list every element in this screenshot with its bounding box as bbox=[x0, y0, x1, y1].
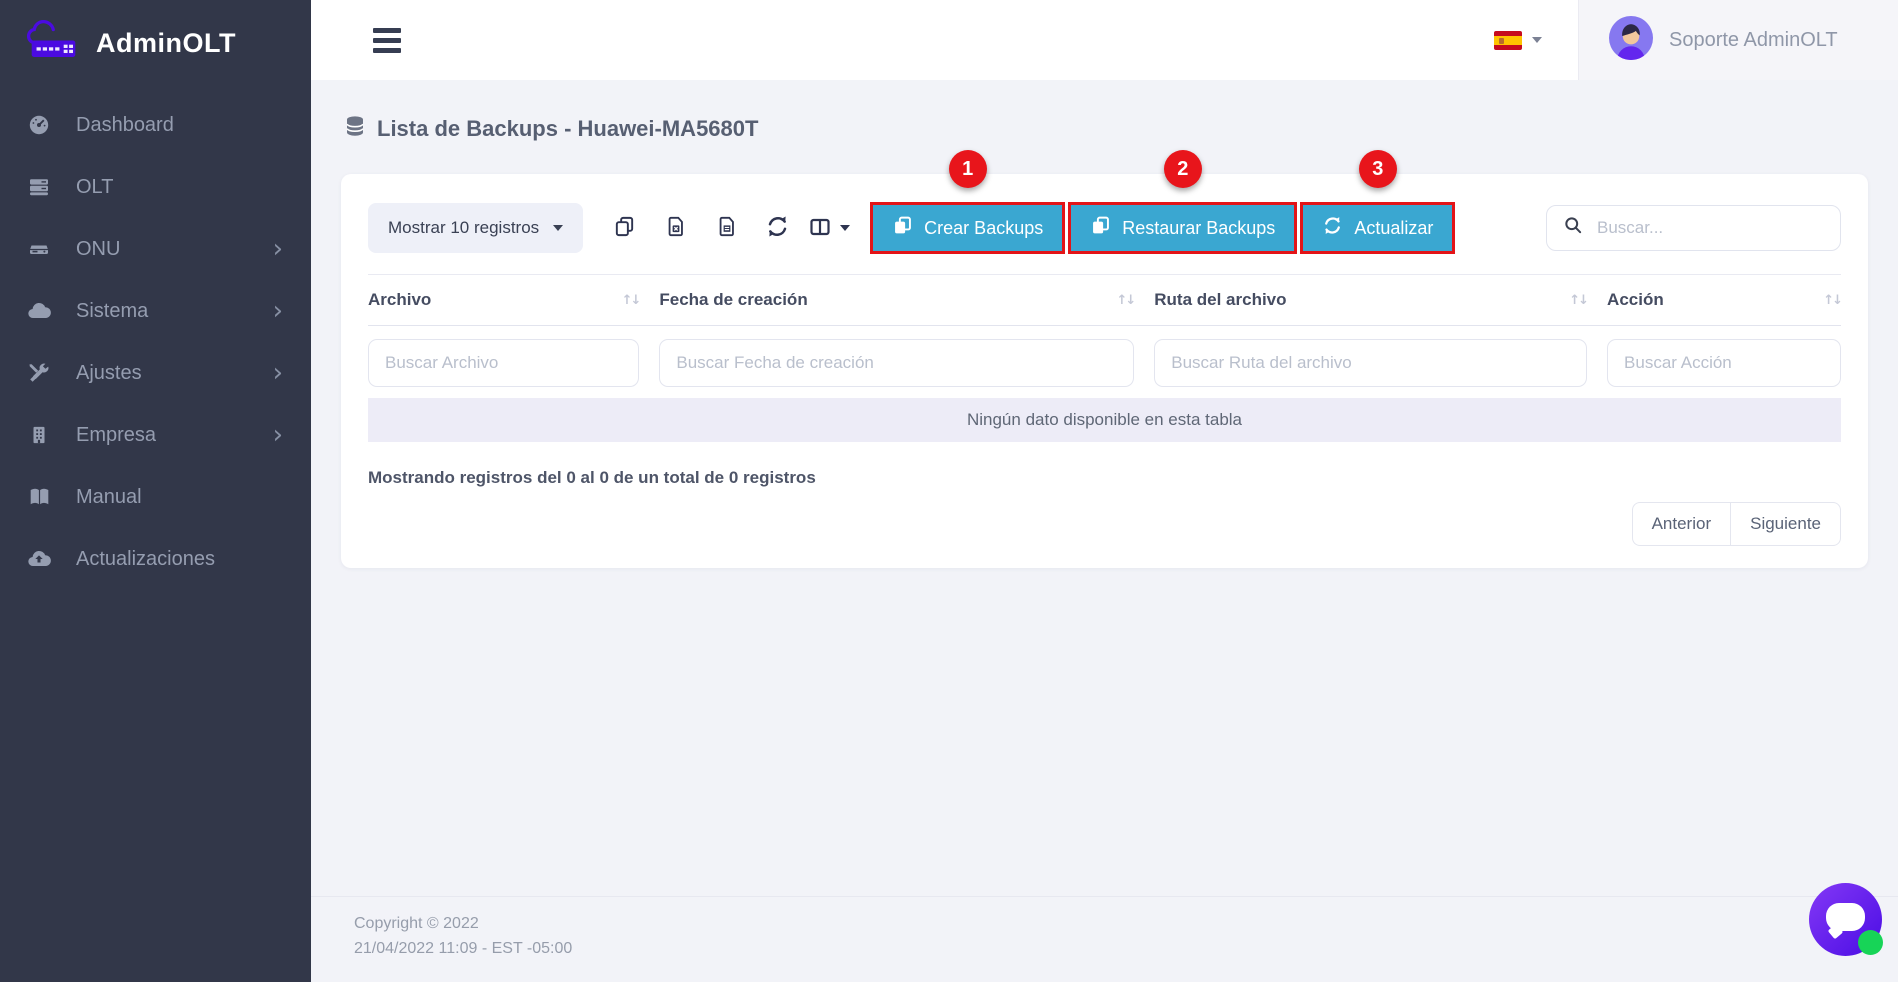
sort-icon[interactable]: ↑↓ bbox=[1116, 293, 1134, 308]
sidebar-item-sistema[interactable]: Sistema › bbox=[0, 280, 311, 342]
server-icon bbox=[26, 174, 52, 200]
sidebar-item-actualizaciones[interactable]: Actualizaciones bbox=[0, 528, 311, 590]
sidebar-item-label: OLT bbox=[76, 176, 283, 199]
sidebar-item-label: Dashboard bbox=[76, 114, 283, 137]
sidebar-item-label: Actualizaciones bbox=[76, 548, 283, 571]
online-status-dot bbox=[1858, 930, 1883, 955]
brand-logo[interactable]: AdminOLT bbox=[0, 0, 311, 80]
brand-name: AdminOLT bbox=[96, 28, 236, 59]
user-menu[interactable]: Soporte AdminOLT bbox=[1578, 0, 1898, 80]
building-icon bbox=[26, 422, 52, 448]
device-icon bbox=[26, 236, 52, 262]
annotation-badge-3: 3 bbox=[1359, 150, 1397, 188]
book-icon bbox=[26, 484, 52, 510]
restore-icon bbox=[1090, 215, 1111, 241]
filter-accion-input[interactable] bbox=[1607, 339, 1841, 387]
crear-backups-button[interactable]: Crear Backups bbox=[870, 202, 1065, 254]
sidebar-item-label: Sistema bbox=[76, 300, 273, 323]
copy-button[interactable] bbox=[599, 203, 650, 253]
crear-backups-action: 1 Crear Backups bbox=[870, 202, 1065, 254]
copy-icon bbox=[613, 215, 636, 241]
sidebar-item-onu[interactable]: ONU › bbox=[0, 218, 311, 280]
sort-icon[interactable]: ↑↓ bbox=[1823, 293, 1841, 308]
table-search bbox=[1546, 205, 1841, 251]
actualizar-button[interactable]: Actualizar bbox=[1300, 202, 1455, 254]
topbar: Soporte AdminOLT bbox=[311, 0, 1898, 80]
adminolt-cloud-device-icon bbox=[22, 18, 86, 69]
sidebar-item-dashboard[interactable]: Dashboard bbox=[0, 94, 311, 156]
filter-archivo-input[interactable] bbox=[368, 339, 639, 387]
previous-page-button[interactable]: Anterior bbox=[1632, 502, 1731, 546]
menu-toggle-button[interactable] bbox=[373, 23, 401, 58]
sidebar-item-empresa[interactable]: Empresa › bbox=[0, 404, 311, 466]
backups-card: Mostrar 10 registros bbox=[341, 174, 1868, 568]
copyright-text: Copyright © 2022 bbox=[354, 912, 1868, 937]
sort-icon[interactable]: ↑↓ bbox=[622, 293, 640, 308]
file-export-button[interactable] bbox=[701, 203, 752, 253]
cloud-icon bbox=[26, 298, 52, 324]
chat-bubble-icon bbox=[1826, 903, 1865, 931]
chevron-down-icon bbox=[1532, 37, 1542, 43]
table-toolbar: Mostrar 10 registros bbox=[368, 202, 1841, 254]
sidebar-item-olt[interactable]: OLT bbox=[0, 156, 311, 218]
annotation-badge-1: 1 bbox=[949, 150, 987, 188]
restaurar-backups-button[interactable]: Restaurar Backups bbox=[1068, 202, 1297, 254]
table-empty-row: Ningún dato disponible en esta tabla bbox=[368, 398, 1841, 442]
export-buttons bbox=[599, 203, 854, 253]
avatar bbox=[1609, 16, 1653, 65]
column-header-archivo[interactable]: Archivo ↑↓ bbox=[368, 290, 639, 310]
sidebar-item-label: Manual bbox=[76, 486, 283, 509]
filter-ruta-input[interactable] bbox=[1154, 339, 1587, 387]
speedometer-icon bbox=[26, 112, 52, 138]
column-header-fecha[interactable]: Fecha de creación ↑↓ bbox=[659, 290, 1134, 310]
user-name: Soporte AdminOLT bbox=[1669, 29, 1838, 52]
next-page-button[interactable]: Siguiente bbox=[1730, 502, 1841, 546]
tools-icon bbox=[26, 360, 52, 386]
column-header-ruta[interactable]: Ruta del archivo ↑↓ bbox=[1154, 290, 1587, 310]
sidebar-item-label: Empresa bbox=[76, 424, 273, 447]
search-input[interactable] bbox=[1597, 218, 1824, 238]
table-filter-row bbox=[368, 326, 1841, 398]
sidebar-nav: Dashboard OLT ONU › Sistema › bbox=[0, 94, 311, 590]
columns-visibility-icon bbox=[808, 215, 832, 242]
column-header-accion[interactable]: Acción ↑↓ bbox=[1607, 290, 1841, 310]
page-title: Lista de Backups - Huawei-MA5680T bbox=[343, 114, 1868, 144]
sidebar-item-ajustes[interactable]: Ajustes › bbox=[0, 342, 311, 404]
pagination: Anterior Siguiente bbox=[368, 502, 1841, 546]
excel-export-button[interactable] bbox=[650, 203, 701, 253]
records-per-page-dropdown[interactable]: Mostrar 10 registros bbox=[368, 203, 583, 253]
cloud-upload-icon bbox=[26, 546, 52, 572]
sidebar-item-manual[interactable]: Manual bbox=[0, 466, 311, 528]
database-icon bbox=[343, 114, 367, 144]
restaurar-backups-action: 2 Restaurar Backups bbox=[1068, 202, 1297, 254]
backup-icon bbox=[892, 215, 913, 241]
chevron-down-icon bbox=[553, 225, 563, 231]
spain-flag-icon bbox=[1494, 31, 1522, 50]
language-selector[interactable] bbox=[1494, 31, 1542, 50]
datetime-text: 21/04/2022 11:09 - EST -05:00 bbox=[354, 937, 1868, 962]
footer: Copyright © 2022 21/04/2022 11:09 - EST … bbox=[311, 896, 1898, 982]
file-export-icon bbox=[716, 215, 738, 241]
sort-icon[interactable]: ↑↓ bbox=[1569, 293, 1587, 308]
excel-export-icon bbox=[665, 215, 687, 241]
sidebar-item-label: ONU bbox=[76, 238, 273, 261]
refresh-icon bbox=[765, 214, 790, 242]
app-root: AdminOLT Dashboard OLT ONU › bbox=[0, 0, 1898, 982]
table-header-row: Archivo ↑↓ Fecha de creación ↑↓ Ruta del… bbox=[368, 274, 1841, 326]
search-icon bbox=[1563, 215, 1584, 241]
actualizar-action: 3 Actualizar bbox=[1300, 202, 1455, 254]
sidebar: AdminOLT Dashboard OLT ONU › bbox=[0, 0, 311, 982]
columns-visibility-button[interactable] bbox=[803, 203, 854, 253]
refresh-icon bbox=[1322, 215, 1343, 241]
main-area: Soporte AdminOLT Lista de Backups - Huaw… bbox=[311, 0, 1898, 982]
chevron-down-icon bbox=[840, 225, 850, 231]
records-summary: Mostrando registros del 0 al 0 de un tot… bbox=[368, 468, 1841, 488]
refresh-button[interactable] bbox=[752, 203, 803, 253]
sidebar-item-label: Ajustes bbox=[76, 362, 273, 385]
page-content: Lista de Backups - Huawei-MA5680T Mostra… bbox=[311, 80, 1898, 896]
chat-widget-button[interactable] bbox=[1809, 883, 1882, 956]
annotation-badge-2: 2 bbox=[1164, 150, 1202, 188]
filter-fecha-input[interactable] bbox=[659, 339, 1134, 387]
